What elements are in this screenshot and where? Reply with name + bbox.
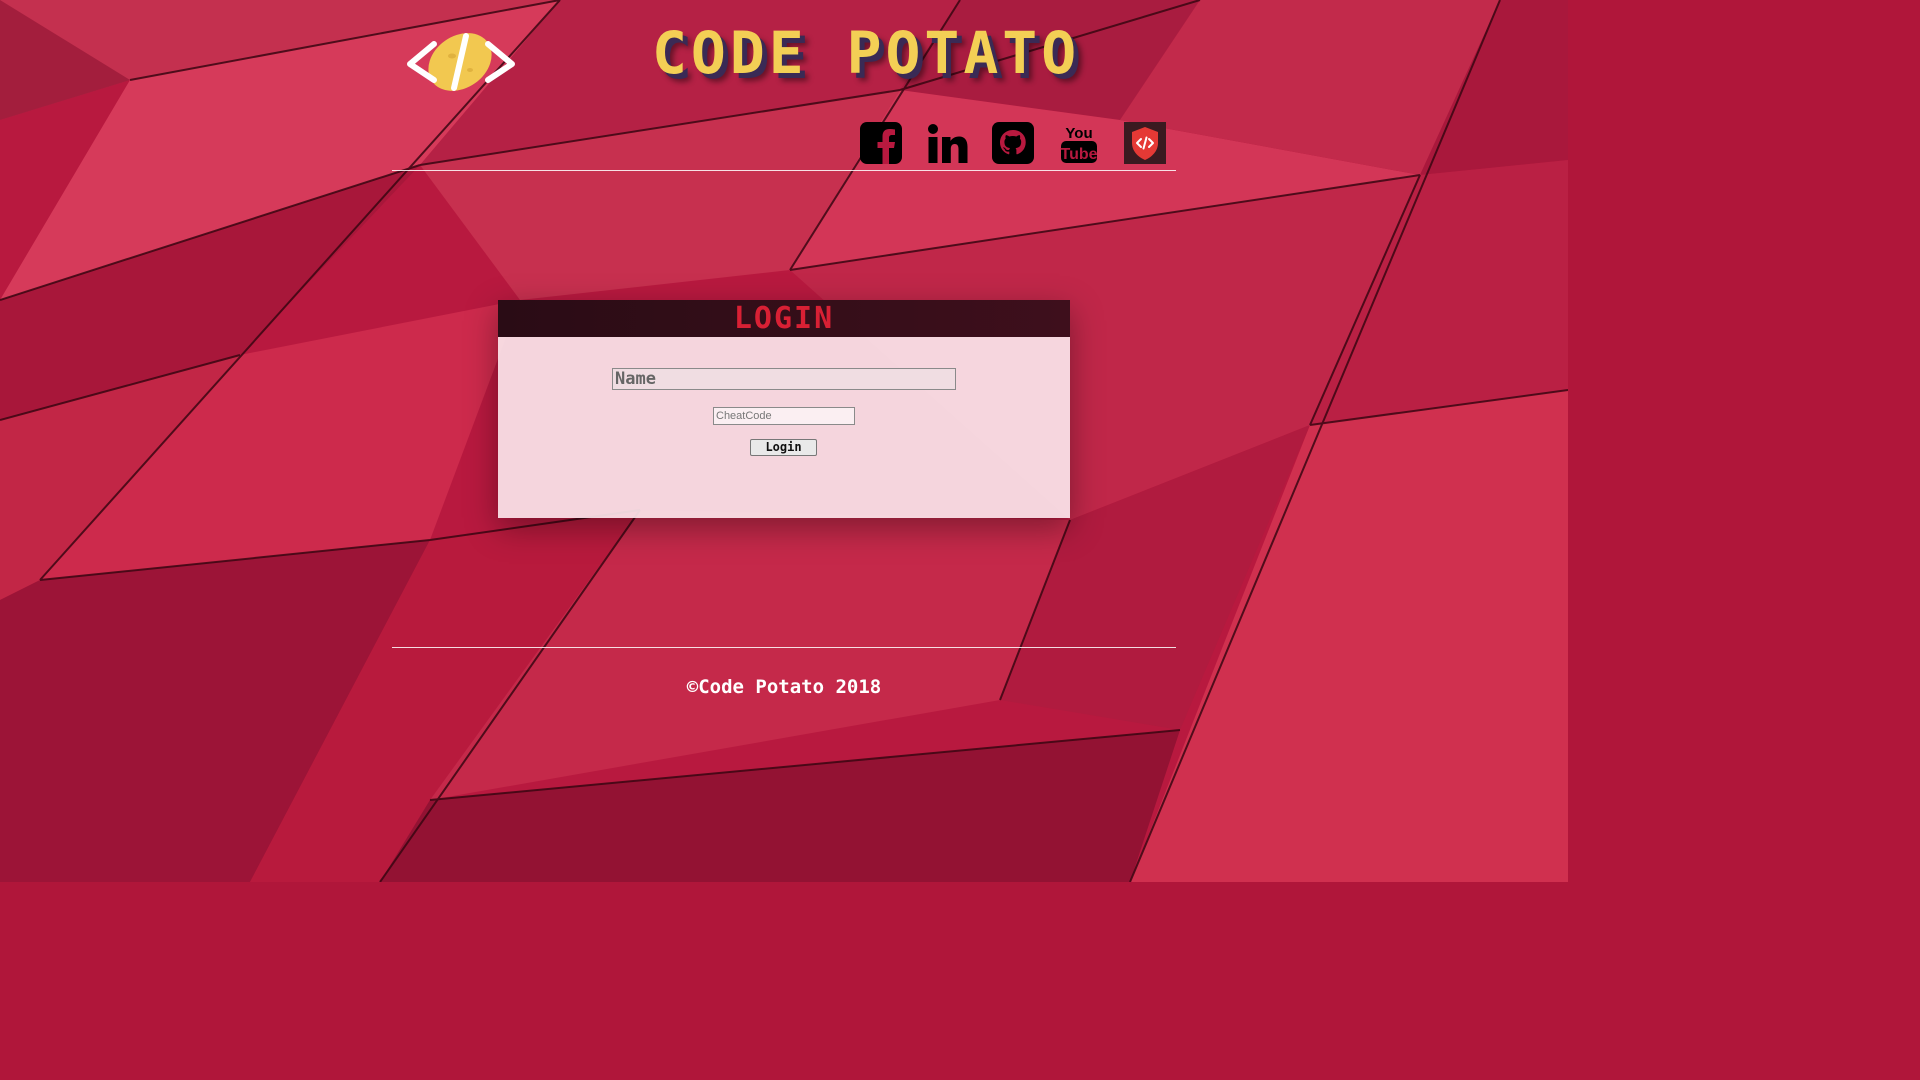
footer-divider — [392, 647, 1176, 648]
linkedin-link[interactable] — [926, 122, 968, 164]
svg-text:You: You — [1065, 125, 1092, 142]
linkedin-icon — [928, 124, 968, 163]
github-icon — [992, 122, 1034, 164]
github-link[interactable] — [992, 122, 1034, 164]
header-divider — [392, 170, 1176, 171]
facebook-icon — [860, 122, 902, 164]
code-potato-logo-icon[interactable] — [400, 22, 520, 102]
code-shield-icon — [1124, 122, 1166, 164]
svg-text:Tube: Tube — [1060, 146, 1097, 163]
login-button[interactable]: Login — [750, 439, 817, 456]
facebook-link[interactable] — [860, 122, 902, 164]
youtube-icon: You Tube — [1060, 125, 1098, 163]
login-form: Login — [498, 337, 1070, 518]
login-panel: LOGIN Login — [498, 300, 1070, 518]
social-links: You Tube — [860, 122, 1166, 164]
login-title: LOGIN — [733, 301, 835, 336]
code-shield-link[interactable] — [1124, 122, 1166, 164]
youtube-link[interactable]: You Tube — [1058, 122, 1100, 164]
login-header: LOGIN — [498, 300, 1070, 337]
site-title: CODE POTATO — [652, 19, 1081, 87]
name-input[interactable] — [612, 368, 956, 390]
footer-copyright: ©Code Potato 2018 — [686, 676, 882, 698]
cheatcode-input[interactable] — [713, 407, 855, 425]
